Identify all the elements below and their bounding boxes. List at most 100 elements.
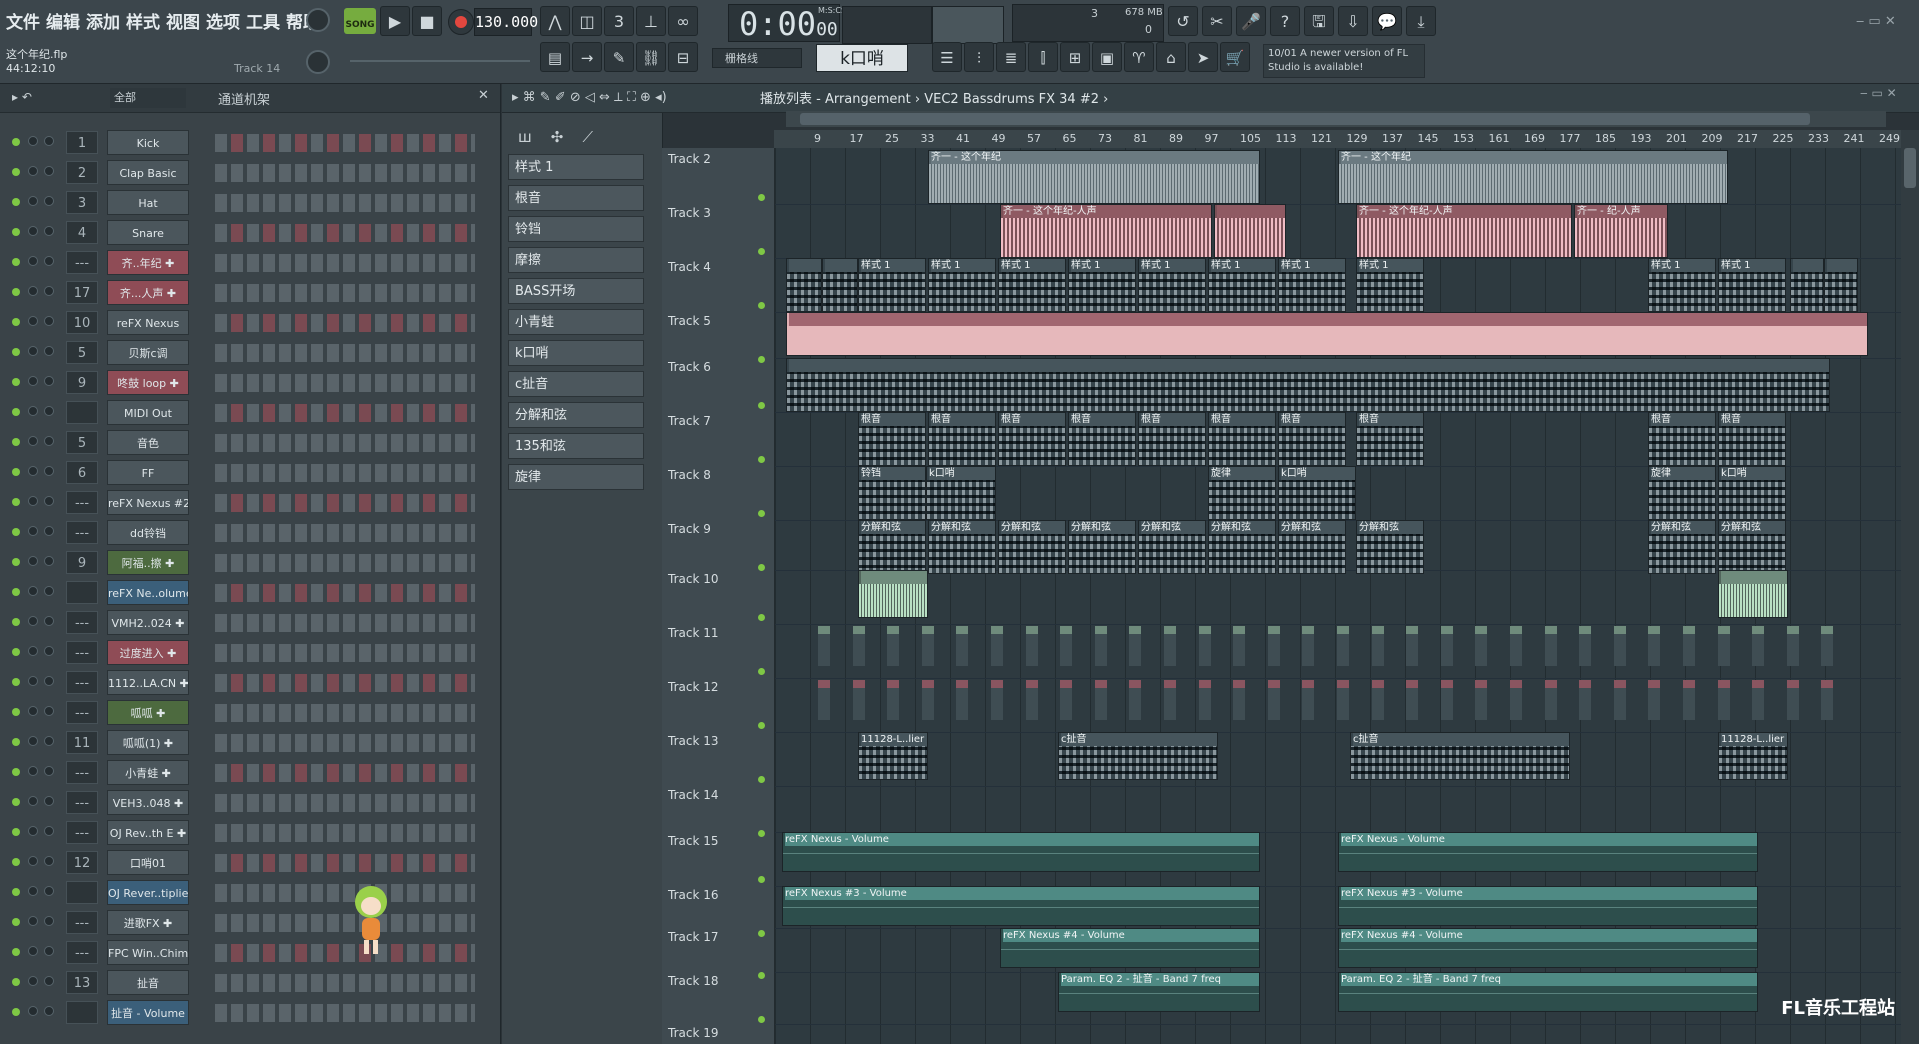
- pan-knob[interactable]: [28, 706, 38, 716]
- pattern-item[interactable]: 135和弦: [508, 433, 644, 459]
- playlist-clip[interactable]: 样式 1: [1278, 258, 1346, 312]
- channel-name-button[interactable]: VEH3..048 ✚: [107, 790, 189, 815]
- mixer-track-number[interactable]: 2: [66, 161, 98, 184]
- mixer-track-number[interactable]: 12: [66, 851, 98, 874]
- undo-icon[interactable]: ↺: [1168, 6, 1198, 36]
- rack-filter[interactable]: 全部: [110, 88, 186, 108]
- playlist-clip[interactable]: [1060, 626, 1073, 666]
- volume-knob[interactable]: [44, 916, 54, 926]
- track-mute-led[interactable]: [758, 668, 765, 675]
- playlist-clip[interactable]: [852, 626, 865, 666]
- mute-led[interactable]: [12, 648, 20, 656]
- playlist-clip[interactable]: [1544, 680, 1557, 720]
- playlist-clip[interactable]: [1824, 258, 1858, 312]
- window-controls[interactable]: ‒ ▭ ✕: [1856, 14, 1896, 29]
- mixer-track-number[interactable]: 6: [66, 461, 98, 484]
- mixer-track-number[interactable]: 17: [66, 281, 98, 304]
- track-mute-led[interactable]: [758, 564, 765, 571]
- channel-name-button[interactable]: FF: [107, 460, 189, 485]
- playlist-clip[interactable]: 齐一 - 这个年纪: [928, 150, 1260, 204]
- step-buttons[interactable]: [215, 914, 475, 932]
- track-mute-led[interactable]: [758, 722, 765, 729]
- channel-row[interactable]: 4 Snare: [0, 218, 500, 248]
- playlist-clip[interactable]: 分解和弦: [1356, 520, 1424, 574]
- mute-led[interactable]: [12, 228, 20, 236]
- pan-knob[interactable]: [28, 166, 38, 176]
- step-buttons[interactable]: [215, 344, 475, 362]
- channel-name-button[interactable]: Kick: [107, 130, 189, 155]
- channel-row[interactable]: 12 口哨01: [0, 848, 500, 878]
- playlist-clip[interactable]: [1648, 680, 1661, 720]
- mute-led[interactable]: [12, 408, 20, 416]
- mixer-track-number[interactable]: ---: [66, 821, 98, 844]
- volume-knob[interactable]: [44, 436, 54, 446]
- track-mute-led[interactable]: [758, 510, 765, 517]
- channel-name-button[interactable]: Clap Basic: [107, 160, 189, 185]
- channel-row[interactable]: 3 Hat: [0, 188, 500, 218]
- playlist-clip[interactable]: [818, 680, 830, 720]
- pattern-item[interactable]: 分解和弦: [508, 402, 644, 428]
- playlist-clip[interactable]: reFX Nexus - Volume: [782, 832, 1260, 872]
- volume-knob[interactable]: [44, 286, 54, 296]
- loop-record-icon[interactable]: ∞: [668, 6, 698, 36]
- playlist-clip[interactable]: 分解和弦: [1208, 520, 1276, 574]
- volume-knob[interactable]: [44, 736, 54, 746]
- menu-file[interactable]: 文件: [4, 6, 42, 34]
- pan-knob[interactable]: [28, 976, 38, 986]
- channel-row[interactable]: --- dd铃铛: [0, 518, 500, 548]
- playlist-clip[interactable]: [1613, 680, 1626, 720]
- playlist-clip[interactable]: 分解和弦: [1648, 520, 1716, 574]
- tempo-display[interactable]: 130.000: [474, 8, 538, 36]
- track-mute-led[interactable]: [758, 456, 765, 463]
- volume-knob[interactable]: [44, 376, 54, 386]
- track-name[interactable]: Track 4: [668, 260, 711, 274]
- playlist-clip[interactable]: reFX Nexus - Volume: [1338, 832, 1758, 872]
- track-name[interactable]: Track 15: [668, 834, 718, 848]
- channel-name-button[interactable]: 1112..LA.CN ✚: [107, 670, 189, 695]
- save-icon[interactable]: 🖫: [1304, 6, 1334, 36]
- playlist-clip[interactable]: c扯音: [1350, 732, 1570, 780]
- mixer-track-number[interactable]: 5: [66, 341, 98, 364]
- channel-row[interactable]: --- 1112..LA.CN ✚: [0, 668, 500, 698]
- playlist-clip[interactable]: 分解和弦: [1718, 520, 1786, 574]
- playlist-clip[interactable]: 样式 1: [1718, 258, 1786, 312]
- playlist-clip[interactable]: [921, 626, 934, 666]
- playlist-clip[interactable]: k口哨: [926, 466, 996, 520]
- mixer-track-number[interactable]: 4: [66, 221, 98, 244]
- mixer-track-number[interactable]: ---: [66, 911, 98, 934]
- playlist-clip[interactable]: [1025, 626, 1038, 666]
- pan-knob[interactable]: [28, 316, 38, 326]
- volume-knob[interactable]: [44, 826, 54, 836]
- pattern-item[interactable]: 摩擦: [508, 247, 644, 273]
- channel-name-button[interactable]: 呱呱 ✚: [107, 700, 189, 725]
- playlist-clip[interactable]: 根音: [858, 412, 926, 466]
- track-mute-led[interactable]: [758, 402, 765, 409]
- tuner-icon[interactable]: ⌂: [1156, 42, 1186, 72]
- mute-led[interactable]: [12, 138, 20, 146]
- pan-knob[interactable]: [28, 1006, 38, 1016]
- channel-name-button[interactable]: 齐..年纪 ✚: [107, 250, 189, 275]
- mixer-track-number[interactable]: ---: [66, 671, 98, 694]
- mute-led[interactable]: [12, 438, 20, 446]
- link-icon[interactable]: ⛓: [636, 42, 666, 72]
- mixer-track-number[interactable]: ---: [66, 761, 98, 784]
- channel-row[interactable]: 6 FF: [0, 458, 500, 488]
- mute-led[interactable]: [12, 318, 20, 326]
- track-mute-led[interactable]: [758, 972, 765, 979]
- pan-knob[interactable]: [28, 766, 38, 776]
- playlist-clip[interactable]: 样式 1: [1138, 258, 1206, 312]
- help-icon[interactable]: ?: [1270, 6, 1300, 36]
- menu-edit[interactable]: 编辑: [44, 6, 82, 34]
- pattern-item[interactable]: c扯音: [508, 371, 644, 397]
- step-buttons[interactable]: [215, 1004, 475, 1022]
- track-mute-led[interactable]: [758, 830, 765, 837]
- mixer-track-number[interactable]: 13: [66, 971, 98, 994]
- rack-menu-icon[interactable]: ▸ ↶: [12, 90, 32, 104]
- menu-patterns[interactable]: 样式: [124, 6, 162, 34]
- playlist-clip[interactable]: 根音: [928, 412, 996, 466]
- pan-knob[interactable]: [28, 736, 38, 746]
- mute-led[interactable]: [12, 288, 20, 296]
- mute-led[interactable]: [12, 198, 20, 206]
- channel-row[interactable]: 17 齐...人声 ✚: [0, 278, 500, 308]
- channel-name-button[interactable]: Hat: [107, 190, 189, 215]
